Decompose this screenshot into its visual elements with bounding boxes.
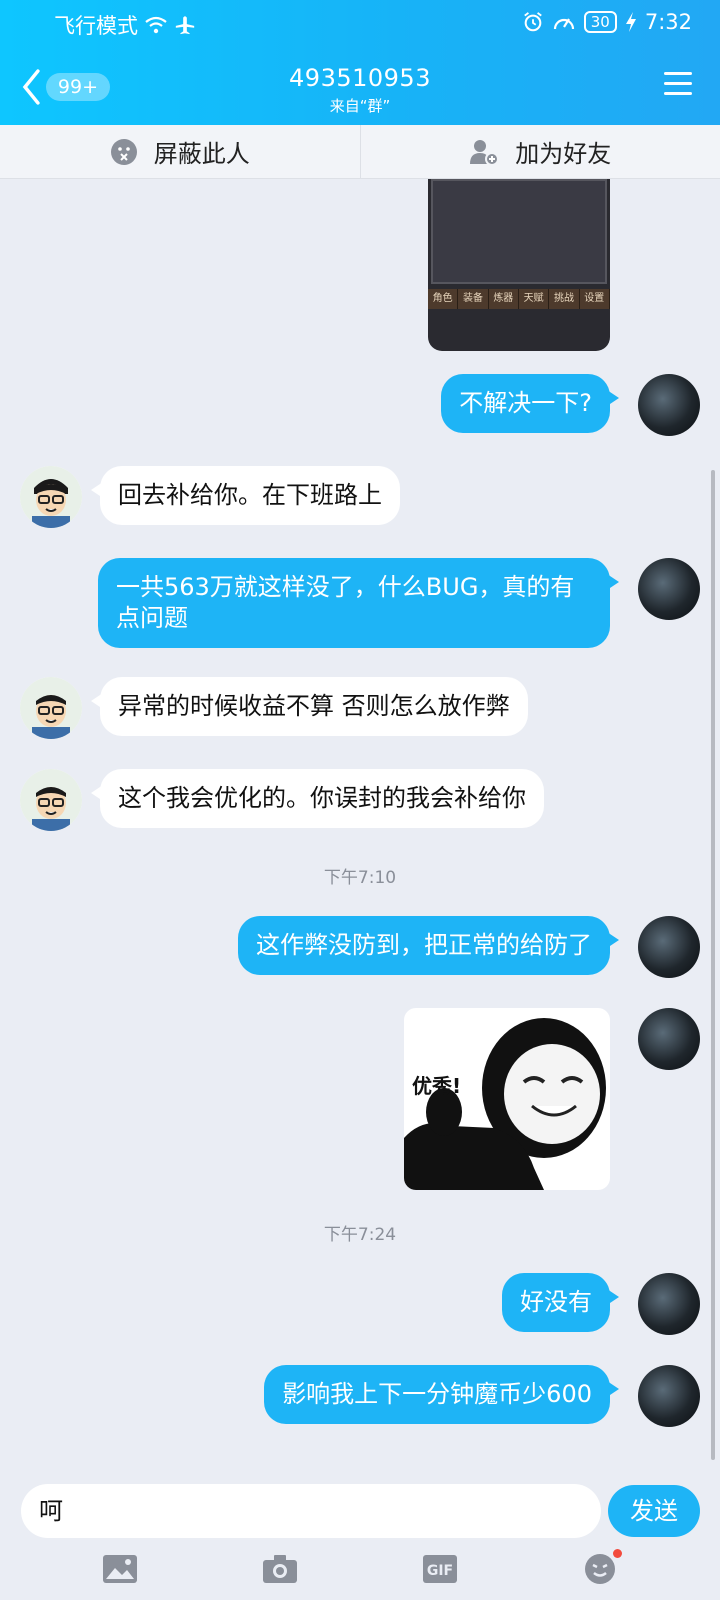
game-screenshot-image[interactable]: 角色 装备 炼器 天赋 挑战 设置 xyxy=(428,179,610,351)
sticker-caption: 优秀! xyxy=(412,1074,462,1098)
game-tab-bar: 角色 装备 炼器 天赋 挑战 设置 xyxy=(428,289,610,309)
contact-avatar[interactable] xyxy=(20,466,82,528)
my-avatar[interactable] xyxy=(638,1008,700,1070)
chat-subtitle: 来自“群” xyxy=(329,97,391,115)
game-tab: 天赋 xyxy=(519,289,550,309)
panda-sticker-image[interactable]: 优秀! xyxy=(404,1008,610,1190)
message-bubble[interactable]: 影响我上下一分钟魔币少600 xyxy=(264,1365,619,1424)
message-bubble[interactable]: 异常的时候收益不算 否则怎么放作弊 xyxy=(91,677,528,736)
add-friend-button[interactable]: 加为好友 xyxy=(359,125,720,178)
block-user-label: 屏蔽此人 xyxy=(153,140,250,168)
title-bar: 飞行模式 30 7:32 99+ 493510953 来自“群” xyxy=(0,0,720,125)
cartoon-face-icon xyxy=(20,466,82,528)
my-avatar[interactable] xyxy=(638,1365,700,1427)
camera-icon xyxy=(263,1554,297,1583)
my-avatar[interactable] xyxy=(638,558,700,620)
my-avatar[interactable] xyxy=(638,1273,700,1335)
chat-title: 493510953 xyxy=(289,64,431,92)
message-bubble[interactable]: 这个我会优化的。你误封的我会补给你 xyxy=(91,769,544,828)
scrollbar[interactable] xyxy=(711,470,715,1460)
game-tab: 角色 xyxy=(428,289,459,309)
gif-button[interactable]: GIF xyxy=(410,1547,470,1591)
contact-avatar[interactable] xyxy=(20,677,82,739)
status-right: 30 7:32 xyxy=(522,10,692,34)
wifi-icon xyxy=(145,16,167,34)
cartoon-face-icon xyxy=(20,677,82,739)
menu-button[interactable] xyxy=(664,72,692,98)
panda-meme-icon xyxy=(404,1018,606,1190)
clock: 7:32 xyxy=(644,10,692,34)
speed-icon xyxy=(553,18,574,30)
send-button[interactable]: 发送 xyxy=(608,1485,700,1537)
add-friend-label: 加为好友 xyxy=(515,140,612,168)
menu-line xyxy=(664,92,692,95)
cartoon-face-icon xyxy=(20,769,82,831)
message-bubble[interactable]: 好没有 xyxy=(502,1273,619,1332)
game-tab: 炼器 xyxy=(489,289,519,309)
image-icon xyxy=(103,1554,137,1583)
input-toolbar: GIF xyxy=(0,1541,720,1596)
stranger-action-bar: 屏蔽此人 加为好友 xyxy=(0,125,720,179)
message-bubble[interactable]: 这作弊没防到，把正常的给防了 xyxy=(238,916,619,975)
menu-line xyxy=(664,82,692,85)
game-tab: 装备 xyxy=(458,289,489,309)
add-friend-icon xyxy=(470,139,500,166)
timestamp: 下午7:10 xyxy=(323,868,397,888)
my-avatar[interactable] xyxy=(638,916,700,978)
menu-line xyxy=(664,72,692,75)
message-list[interactable]: 角色 装备 炼器 天赋 挑战 设置 不解决一下? 回去补给你。在下班路上 一共5… xyxy=(0,179,720,1479)
message-bubble[interactable]: 不解决一下? xyxy=(441,374,619,433)
charging-icon xyxy=(625,12,636,32)
status-left: 飞行模式 xyxy=(54,10,196,40)
gif-label: GIF xyxy=(427,1563,453,1579)
input-area: 呵 发送 GIF xyxy=(0,1479,720,1600)
timestamp: 下午7:24 xyxy=(323,1225,397,1245)
image-button[interactable] xyxy=(90,1547,150,1591)
message-bubble[interactable]: 回去补给你。在下班路上 xyxy=(91,466,400,525)
block-icon xyxy=(110,138,137,165)
emoji-icon xyxy=(585,1553,615,1584)
block-user-button[interactable]: 屏蔽此人 xyxy=(0,125,360,178)
game-tab: 挑战 xyxy=(549,289,580,309)
camera-button[interactable] xyxy=(250,1547,310,1591)
alarm-icon xyxy=(523,12,542,32)
game-tab: 设置 xyxy=(580,289,610,309)
my-avatar[interactable] xyxy=(638,374,700,436)
game-panel xyxy=(431,179,607,284)
airplane-icon xyxy=(175,16,195,35)
gif-icon: GIF xyxy=(423,1554,457,1583)
message-input[interactable]: 呵 xyxy=(21,1484,601,1538)
message-bubble[interactable]: 一共563万就这样没了，什么BUG，真的有点问题 xyxy=(98,558,619,648)
contact-avatar[interactable] xyxy=(20,769,82,831)
battery-indicator: 30 xyxy=(583,11,617,33)
emoji-button[interactable] xyxy=(570,1547,630,1591)
airplane-mode-label: 飞行模式 xyxy=(54,14,138,38)
notification-dot xyxy=(613,1548,622,1558)
